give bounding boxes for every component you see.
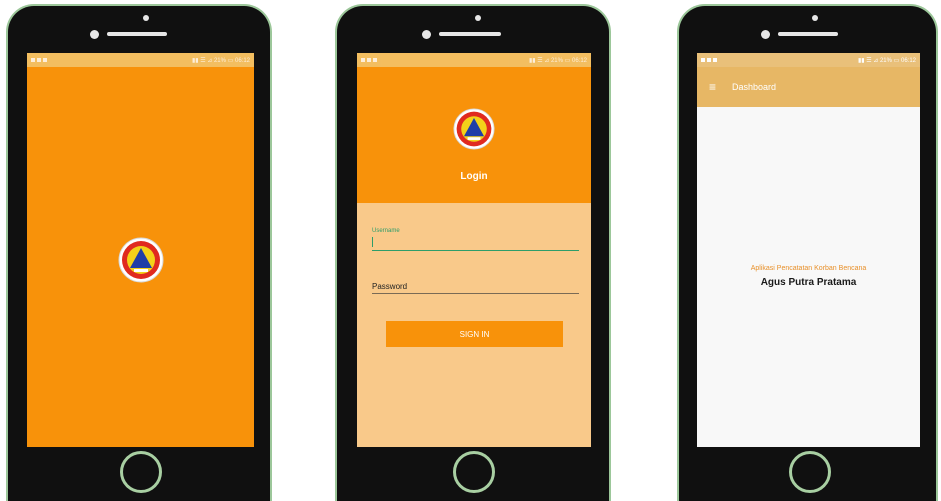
status-bar: ▮▮ ☰ ⊿ 21% ▭ 06:12 (697, 53, 920, 67)
app-name: Aplikasi Pencatatan Korban Bencana (750, 265, 867, 272)
dashboard-screen: ▮▮ ☰ ⊿ 21% ▭ 06:12 ≡ Dashboard Aplikasi … (697, 53, 920, 447)
status-indicators: ▮▮ ☰ ⊿ 21% ▭ 06:12 (857, 57, 916, 64)
text-cursor (372, 237, 373, 247)
password-underline (372, 293, 579, 294)
front-camera (761, 30, 770, 39)
phone-dashboard: ▮▮ ☰ ⊿ 21% ▭ 06:12 ≡ Dashboard Aplikasi … (679, 6, 936, 501)
status-notifications (31, 58, 47, 62)
emblem-logo (453, 108, 495, 150)
login-title: Login (460, 171, 488, 182)
status-indicators: ▮▮ ☰ ⊿ 21% ▭ 06:12 (528, 57, 587, 64)
sign-in-button[interactable]: SIGN IN (386, 321, 563, 347)
username-underline (372, 250, 579, 251)
splash-screen: ▮▮ ☰ ⊿ 21% ▭ 06:12 (27, 53, 254, 447)
username-label: Username (372, 228, 400, 234)
home-button[interactable] (453, 451, 495, 493)
earpiece-speaker (778, 32, 838, 36)
toolbar-title: Dashboard (732, 82, 777, 92)
front-camera (90, 30, 99, 39)
hamburger-menu-icon[interactable]: ≡ (709, 80, 716, 94)
login-screen: ▮▮ ☰ ⊿ 21% ▭ 06:12 Login Username Passwo… (357, 53, 591, 447)
username-input[interactable] (372, 235, 579, 249)
status-notifications (361, 58, 377, 62)
author-name: Agus Putra Pratama (760, 277, 857, 288)
sensor-dot (143, 15, 149, 21)
sensor-dot (812, 15, 818, 21)
sensor-dot (475, 15, 481, 21)
emblem-logo (118, 237, 164, 283)
earpiece-speaker (439, 32, 501, 36)
password-input[interactable]: Password (372, 282, 407, 291)
home-button[interactable] (789, 451, 831, 493)
front-camera (422, 30, 431, 39)
status-indicators: ▮▮ ☰ ⊿ 21% ▭ 06:12 (191, 57, 250, 64)
status-bar: ▮▮ ☰ ⊿ 21% ▭ 06:12 (357, 53, 591, 67)
status-notifications (701, 58, 717, 62)
earpiece-speaker (107, 32, 167, 36)
phone-splash: ▮▮ ☰ ⊿ 21% ▭ 06:12 (8, 6, 270, 501)
status-bar: ▮▮ ☰ ⊿ 21% ▭ 06:12 (27, 53, 254, 67)
phone-login: ▮▮ ☰ ⊿ 21% ▭ 06:12 Login Username Passwo… (337, 6, 609, 501)
app-toolbar: ≡ Dashboard (697, 67, 920, 107)
home-button[interactable] (120, 451, 162, 493)
